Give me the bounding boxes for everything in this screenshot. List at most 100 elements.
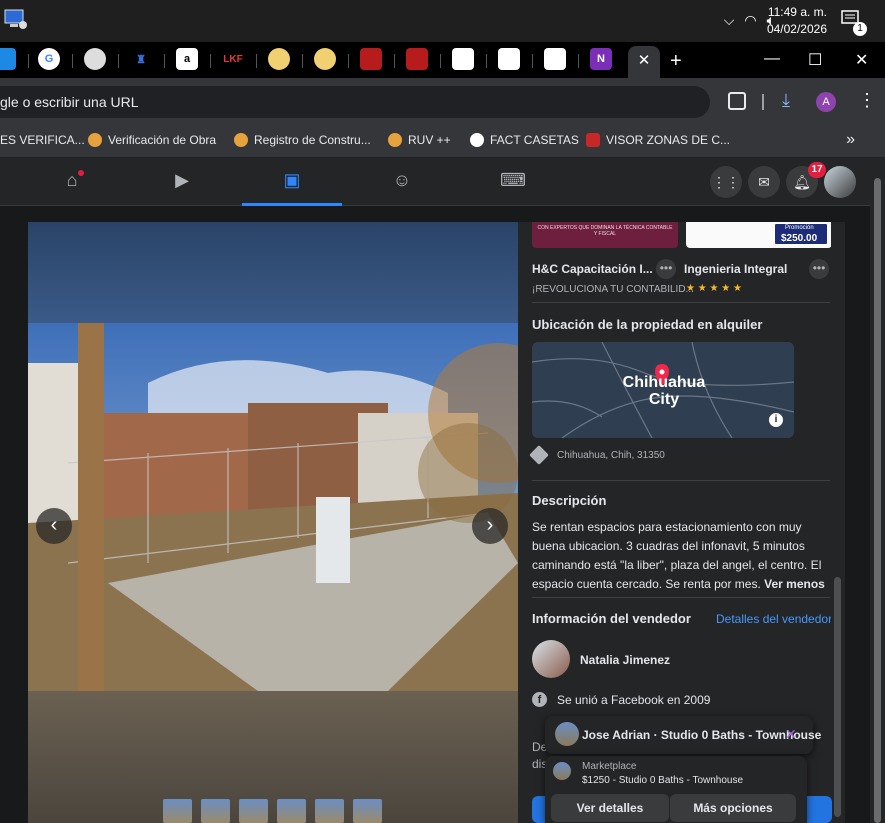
location-address: Chihuahua, Chih, 31350 [557,450,665,461]
bookmark-item[interactable]: Verificación de Obra [88,133,216,147]
photo-thumbnail[interactable] [277,799,306,823]
gaming-icon[interactable]: ⌨ [500,170,526,194]
bookmark-item[interactable]: VISOR ZONAS DE C... [586,133,730,147]
more-options-button[interactable]: Más opciones [670,794,796,822]
browser-profile-avatar[interactable]: A [816,92,836,112]
clock-date: 04/02/2026 [766,22,827,36]
tab-separator [486,54,487,68]
close-icon[interactable]: ✕ [785,726,797,743]
photo-thumbnail[interactable] [353,799,382,823]
ad-title[interactable]: Ingenieria Integral [684,262,787,276]
previous-photo-button[interactable]: ‹ [36,508,72,544]
next-photo-button[interactable]: › [472,508,508,544]
minimize-icon[interactable]: — [764,50,780,68]
listing-photo[interactable] [28,323,518,691]
profile-avatar[interactable] [824,166,856,198]
bookmark-item[interactable]: Registro de Constru... [234,133,371,147]
photo-thumbnail[interactable] [201,799,230,823]
close-tab-icon[interactable]: ✕ [628,46,660,76]
computer-icon[interactable] [4,8,28,30]
tab-separator [578,54,579,68]
doc-tab-icon[interactable] [452,48,474,70]
home-icon[interactable]: ⌂ [60,170,84,194]
marketplace-message-card: Marketplace $1250 - Studio 0 Baths - Tow… [545,756,807,823]
card-source: Marketplace [582,761,637,772]
google-tab-icon[interactable]: G [38,48,60,70]
ad-banner-text: CON EXPERTOS QUE DOMINAN LA TÉCNICA CONT… [537,225,673,237]
amazon-tab-icon[interactable]: a [176,48,198,70]
chat-avatar [555,722,579,746]
listing-photo-viewer: ‹ › [28,222,518,823]
pattern-tab-icon[interactable] [360,48,382,70]
chevron-up-icon[interactable]: ⌵ [724,12,735,29]
pattern-tab-icon[interactable] [406,48,428,70]
tab-separator [394,54,395,68]
map-info-icon[interactable]: i [769,413,783,427]
ruv-tab-icon[interactable] [268,48,290,70]
system-clock[interactable]: 11:49 a. m. 04/02/2026 [767,4,827,38]
toolbar-divider [762,94,764,110]
price-promo: Promoción [785,225,814,231]
sponsored-ad-image[interactable]: Promoción $250.00 [686,222,832,248]
seller-info-title: Información del vendedor [532,611,691,626]
address-bar[interactable]: gle o escribir una URL [0,86,710,118]
sat-tab-icon[interactable] [84,48,106,70]
notification-center-icon[interactable]: 1 [841,10,867,36]
maximize-icon[interactable]: ☐ [808,50,822,70]
divider [532,480,830,481]
seller-avatar[interactable] [532,640,570,678]
browser-tab-strip: G ♜ a LKF N ✕ + — ☐ ✕ [0,42,885,78]
description-text: Se rentan espacios para estacionamiento … [532,518,828,594]
facebook-icon: f [532,692,547,707]
ruv-tab-icon[interactable] [314,48,336,70]
bookmark-item[interactable]: RUV ++ [388,133,451,147]
scrollbar-thumb[interactable] [874,178,881,823]
home-dot [78,170,84,176]
video-icon[interactable]: ▶ [170,170,194,194]
cloud-tab-icon[interactable] [0,48,16,70]
doc-tab-icon[interactable] [544,48,566,70]
scrollbar-thumb[interactable] [834,577,841,817]
os-taskbar: ⌵ ◠ 🔈︎ 11:49 a. m. 04/02/2026 1 [0,0,885,42]
bookmark-item[interactable]: FACT CASETAS [470,133,579,147]
ad-title[interactable]: H&C Capacitación I... [532,262,653,276]
new-tab-icon[interactable]: + [670,50,682,73]
browser-menu-icon[interactable]: ⋮ [858,90,876,111]
doc-tab-icon[interactable] [498,48,520,70]
tab-separator [210,54,211,68]
ad-options-button[interactable]: ••• [656,259,676,279]
view-details-button[interactable]: Ver detalles [551,794,669,822]
card-item: $1250 - Studio 0 Baths - Townhouse [582,775,744,786]
price-value: $250.00 [781,233,818,244]
bookmark-item[interactable]: ES VERIFICA... [0,133,85,147]
ad-options-button[interactable]: ••• [809,259,829,279]
photo-thumbnail[interactable] [163,799,192,823]
bookmark-label: RUV ++ [408,133,451,147]
download-icon[interactable]: ⤓ [782,90,790,111]
seller-name[interactable]: Natalia Jimenez [580,653,670,667]
groups-icon[interactable]: ☺ [390,170,414,194]
location-map[interactable]: Chihuahua City i [532,342,794,438]
panel-scrollbar[interactable] [831,222,845,823]
page-scrollbar[interactable] [870,158,885,823]
close-window-icon[interactable]: ✕ [855,50,868,70]
active-tab[interactable]: ✕ [628,46,660,78]
bookmarks-more-icon[interactable]: » [846,131,855,149]
chat-head-popup[interactable]: Jose Adrian · Studio 0 Baths - Townhouse… [545,716,821,754]
photo-thumbnail[interactable] [239,799,268,823]
tab-separator [164,54,165,68]
wifi-icon[interactable]: ◠ [744,12,756,29]
tower-tab-icon[interactable]: ♜ [130,48,152,70]
sponsored-ad-image[interactable]: CON EXPERTOS QUE DOMINAN LA TÉCNICA CONT… [532,222,678,248]
onenote-tab-icon[interactable]: N [590,48,612,70]
divider [532,302,830,303]
marketplace-icon[interactable]: ▣ [280,170,304,194]
photo-thumbnail[interactable] [315,799,344,823]
see-less-link[interactable]: Ver menos [764,577,825,591]
seller-details-link[interactable]: Detalles del vendedor [716,612,832,626]
bookmark-label: Verificación de Obra [108,133,217,147]
menu-grid-icon[interactable]: ⋮⋮ [710,166,742,198]
extensions-icon[interactable] [728,92,746,110]
lkf-tab-icon[interactable]: LKF [222,48,244,70]
messenger-icon[interactable]: ✉ [748,166,780,198]
